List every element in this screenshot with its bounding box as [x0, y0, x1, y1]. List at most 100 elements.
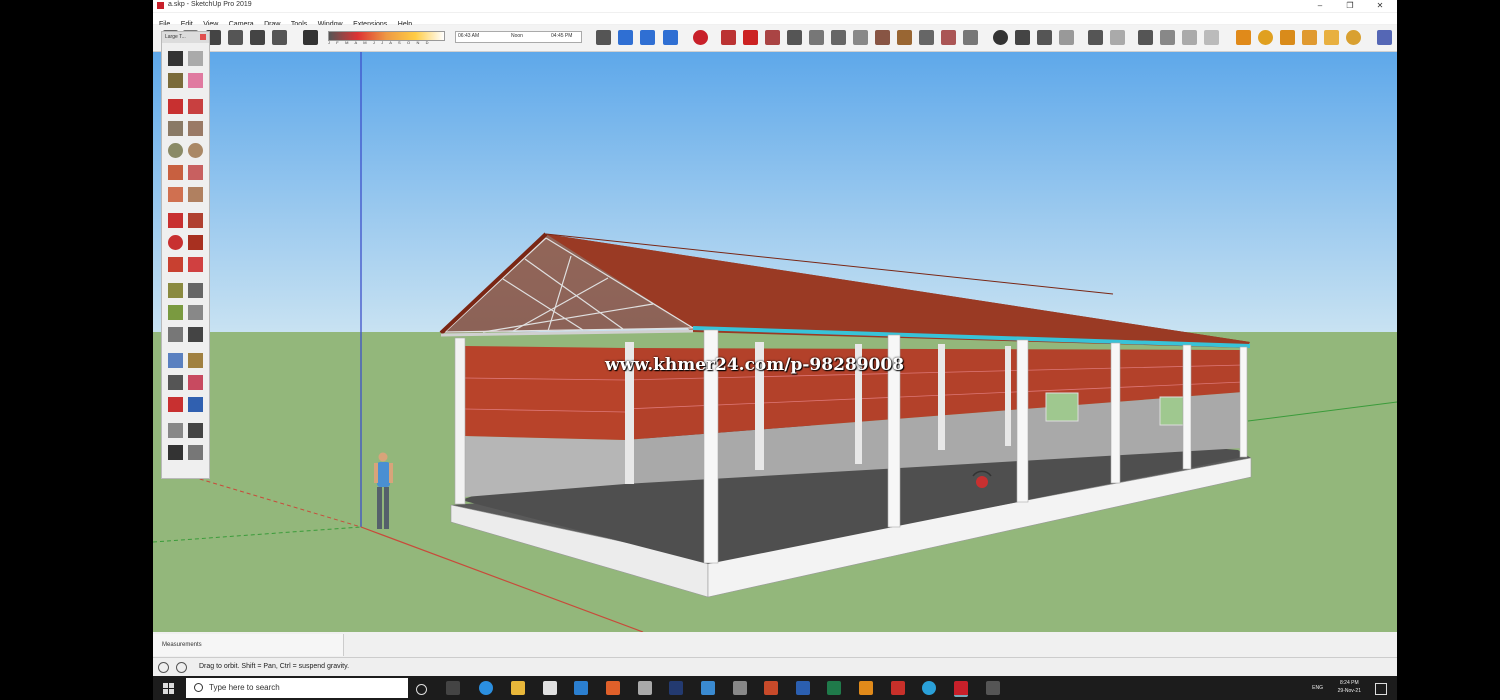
- rotated-rectangle-icon[interactable]: [188, 121, 203, 136]
- section-plane-tool-icon[interactable]: [188, 445, 203, 460]
- eraser-icon[interactable]: [188, 73, 203, 88]
- follow-me-icon[interactable]: [188, 235, 203, 250]
- palette-close-icon[interactable]: [200, 34, 206, 40]
- shadows-toggle-icon[interactable]: [303, 30, 318, 45]
- app-icon[interactable]: [638, 681, 652, 695]
- stairs-icon[interactable]: [963, 30, 978, 45]
- sketchup-taskbar-icon[interactable]: [954, 681, 968, 697]
- teapot-icon[interactable]: [1015, 30, 1030, 45]
- section-plane-icon[interactable]: [618, 30, 633, 45]
- section-display-icon[interactable]: [640, 30, 655, 45]
- text-tool-icon[interactable]: [188, 305, 203, 320]
- record-icon[interactable]: [693, 30, 708, 45]
- dimension-icon[interactable]: [188, 283, 203, 298]
- telegram-icon[interactable]: [922, 681, 936, 695]
- zoom-icon[interactable]: [168, 375, 183, 390]
- position-camera-icon[interactable]: [168, 423, 183, 438]
- arc-icon[interactable]: [168, 165, 183, 180]
- monitor-icon[interactable]: [1160, 30, 1175, 45]
- file-explorer-icon[interactable]: [511, 681, 525, 695]
- beam-tool-icon[interactable]: [765, 30, 780, 45]
- vlc-icon[interactable]: [859, 681, 873, 695]
- shadow-time-slider[interactable]: 06:43 AM Noon 04:45 PM: [455, 31, 582, 43]
- front-view-icon[interactable]: [250, 30, 265, 45]
- orbit-icon[interactable]: [596, 30, 611, 45]
- line-tool-icon[interactable]: [168, 99, 183, 114]
- zoom-extents-icon[interactable]: [168, 397, 183, 412]
- panel-icon[interactable]: [1182, 30, 1197, 45]
- measurements-box[interactable]: Measurements: [153, 634, 344, 656]
- fence-tool-icon[interactable]: [919, 30, 934, 45]
- app-icon[interactable]: [986, 681, 1000, 695]
- iso-view-icon[interactable]: [228, 30, 243, 45]
- angle-tool-icon[interactable]: [831, 30, 846, 45]
- screen-icon[interactable]: [1138, 30, 1153, 45]
- soften-edges-icon[interactable]: [1346, 30, 1361, 45]
- layout-icon[interactable]: [1088, 30, 1103, 45]
- cloud-outline-icon[interactable]: [1059, 30, 1074, 45]
- cortana-icon[interactable]: [416, 684, 427, 695]
- rafter-tool-icon[interactable]: [853, 30, 868, 45]
- arc-door-icon[interactable]: [787, 30, 802, 45]
- app-icon[interactable]: [891, 681, 905, 695]
- geo-location-icon[interactable]: [158, 662, 169, 673]
- task-view-icon[interactable]: [446, 681, 460, 695]
- tape-measure-icon[interactable]: [168, 283, 183, 298]
- close-button[interactable]: ✕: [1373, 0, 1387, 11]
- no-entry-icon[interactable]: [993, 30, 1008, 45]
- scene-canvas[interactable]: [153, 52, 1397, 632]
- solid-shell-icon[interactable]: [1258, 30, 1273, 45]
- move-icon[interactable]: [168, 213, 183, 228]
- offset-icon[interactable]: [188, 257, 203, 272]
- word-icon[interactable]: [796, 681, 810, 695]
- page-icon[interactable]: [1110, 30, 1125, 45]
- powerpoint-icon[interactable]: [606, 681, 620, 695]
- cloud-icon[interactable]: [1037, 30, 1052, 45]
- freehand-icon[interactable]: [188, 99, 203, 114]
- lumber-tool-icon[interactable]: [897, 30, 912, 45]
- panel-alt-icon[interactable]: [1204, 30, 1219, 45]
- maximize-button[interactable]: ❐: [1343, 0, 1357, 11]
- app-icon[interactable]: [764, 681, 778, 695]
- photoshop-icon[interactable]: [669, 681, 683, 695]
- store-icon[interactable]: [543, 681, 557, 695]
- three-point-arc-icon[interactable]: [168, 187, 183, 202]
- taskbar-clock[interactable]: 8:24 PM 29-Nov-21: [1338, 679, 1361, 695]
- orbit-tool-icon[interactable]: [168, 353, 183, 368]
- 3d-text-icon[interactable]: [188, 327, 203, 342]
- sandbox-icon[interactable]: [1377, 30, 1392, 45]
- stair-tool-icon[interactable]: [721, 30, 736, 45]
- two-point-arc-icon[interactable]: [188, 165, 203, 180]
- select-tool-icon[interactable]: [168, 51, 183, 66]
- walk-icon[interactable]: [168, 445, 183, 460]
- axes-tool-icon[interactable]: [168, 327, 183, 342]
- paint-bucket-icon[interactable]: [168, 73, 183, 88]
- back-view-icon[interactable]: [272, 30, 287, 45]
- drawing-viewport[interactable]: www.khmer24.com/p-98289008: [153, 52, 1397, 632]
- roof-tool-icon[interactable]: [875, 30, 890, 45]
- notification-icon[interactable]: [1375, 683, 1387, 695]
- circle-icon[interactable]: [168, 143, 183, 158]
- push-pull-icon[interactable]: [188, 213, 203, 228]
- rectangle-icon[interactable]: [168, 121, 183, 136]
- app-icon[interactable]: [701, 681, 715, 695]
- protractor-icon[interactable]: [168, 305, 183, 320]
- language-indicator[interactable]: ENG: [1312, 685, 1323, 691]
- solid-split-icon[interactable]: [1302, 30, 1317, 45]
- pan-tool-icon[interactable]: [188, 353, 203, 368]
- credits-icon[interactable]: [176, 662, 187, 673]
- minimize-button[interactable]: –: [1313, 0, 1327, 11]
- wall-tool-icon[interactable]: [743, 30, 758, 45]
- pie-icon[interactable]: [188, 187, 203, 202]
- solid-trim-icon[interactable]: [1280, 30, 1295, 45]
- app-icon[interactable]: [733, 681, 747, 695]
- component-tool-icon[interactable]: [188, 51, 203, 66]
- section-cut-icon[interactable]: [663, 30, 678, 45]
- app-icon[interactable]: [827, 681, 841, 695]
- taskbar-search-box[interactable]: Type here to search: [186, 678, 408, 698]
- polygon-icon[interactable]: [188, 143, 203, 158]
- rotate-icon[interactable]: [168, 235, 183, 250]
- solid-union-icon[interactable]: [1236, 30, 1251, 45]
- sun-icon[interactable]: [1324, 30, 1339, 45]
- previous-view-icon[interactable]: [188, 397, 203, 412]
